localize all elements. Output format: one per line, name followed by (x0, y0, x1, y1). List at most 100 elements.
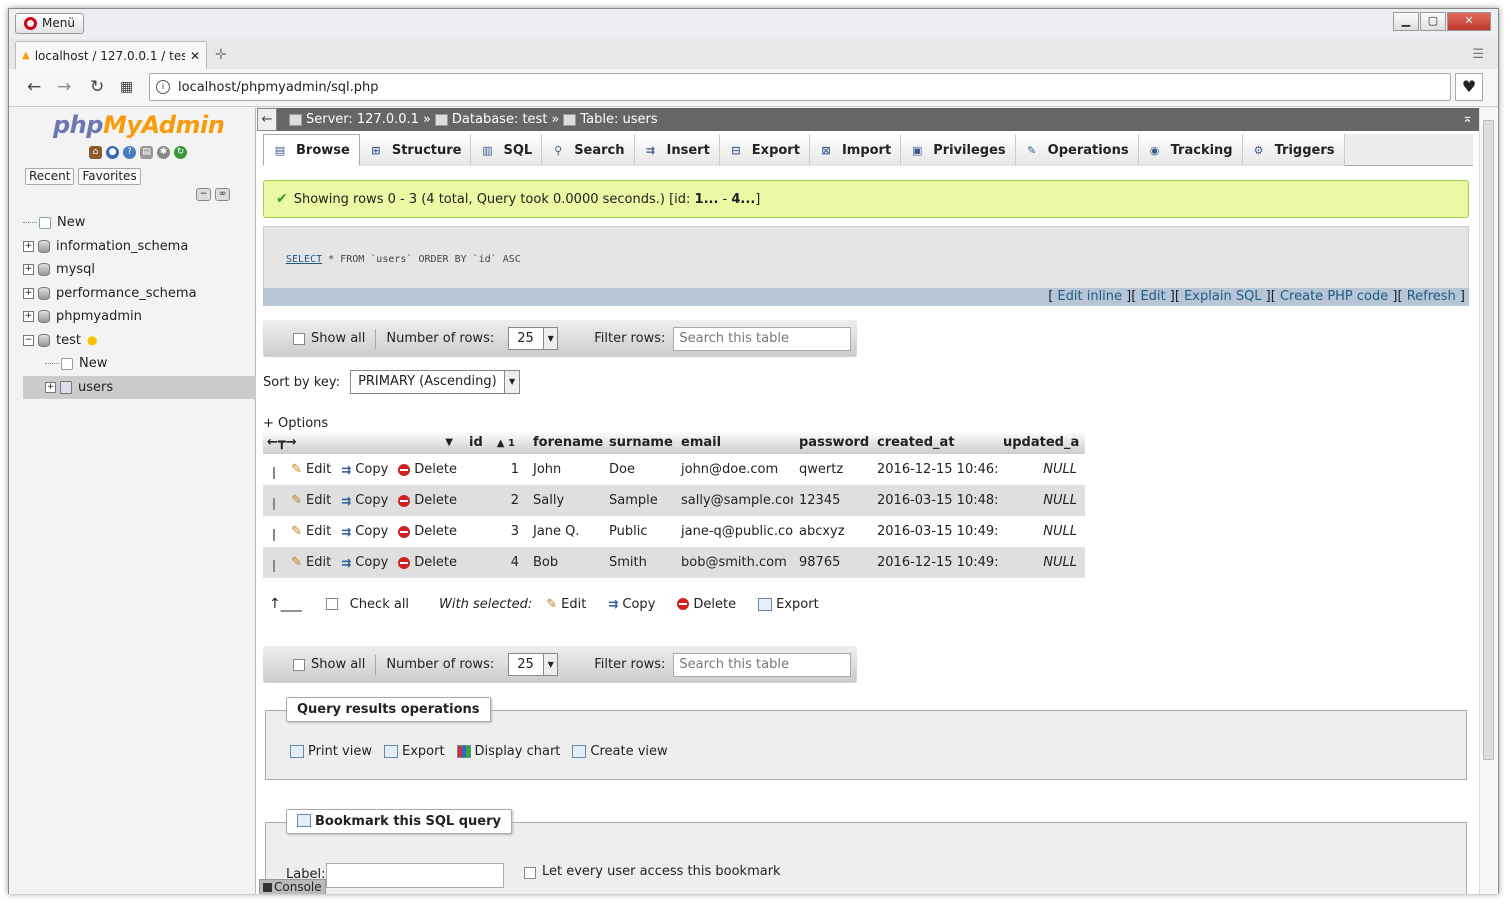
row-checkbox[interactable] (273, 528, 276, 541)
show-all-checkbox[interactable] (293, 332, 305, 345)
cell-created_at[interactable]: 2016-12-15 10:49:57 (871, 555, 997, 570)
table-row[interactable]: ✎ Edit ⇉ Copy Delete 2 Sally Sample sally@sample… (263, 485, 1085, 516)
row-copy-button[interactable]: ⇉ Copy (341, 555, 388, 570)
cell-password[interactable]: 98765 (793, 555, 871, 570)
column-header-password[interactable]: password (793, 435, 871, 450)
row-copy-button[interactable]: ⇉ Copy (341, 493, 388, 508)
bulk-copy-button[interactable]: ⇉ Copy (608, 597, 655, 612)
column-header-updated_at[interactable]: updated_at (997, 435, 1079, 450)
favorites-button[interactable]: Favorites (78, 168, 141, 185)
row-delete-button[interactable]: Delete (398, 462, 457, 477)
tree-item[interactable]: + mysql (23, 258, 256, 282)
expand-icon[interactable]: + (23, 311, 34, 323)
cell-created_at[interactable]: 2016-03-15 10:48:38 (871, 493, 997, 508)
cell-forename[interactable]: Sally (527, 493, 603, 508)
breadcrumb-server[interactable]: Server: 127.0.0.1 (306, 112, 419, 127)
collapse-top-icon[interactable]: ⌅ (1462, 111, 1473, 126)
cell-forename[interactable]: John (527, 462, 603, 477)
cell-email[interactable]: bob@smith.com (675, 555, 793, 570)
link-with-main-icon[interactable]: ∞ (215, 188, 230, 201)
column-header-forename[interactable]: forename (527, 435, 603, 450)
check-all-checkbox[interactable] (325, 598, 338, 610)
cell-id[interactable]: 3 (463, 524, 527, 539)
cell-id[interactable]: 1 (463, 462, 527, 477)
column-header-created_at[interactable]: created_at (871, 435, 997, 450)
cell-surname[interactable]: Public (603, 524, 675, 539)
expand-icon[interactable]: + (23, 287, 34, 299)
new-tab-icon[interactable]: ✛ (215, 47, 227, 63)
row-copy-button[interactable]: ⇉ Copy (341, 462, 388, 477)
table-row[interactable]: ✎ Edit ⇉ Copy Delete 4 Bob Smith bob@smith.com 98… (263, 547, 1085, 578)
bookmark-public-checkbox[interactable] (524, 867, 536, 879)
resize-columns-icon[interactable]: ←┳→ (267, 435, 297, 450)
row-delete-button[interactable]: Delete (398, 555, 457, 570)
bulk-edit-button[interactable]: ✎ Edit (546, 597, 586, 612)
filter-rows-input-bottom[interactable]: Search this table (673, 652, 852, 677)
row-edit-button[interactable]: ✎ Edit (291, 524, 331, 539)
cell-password[interactable]: qwertz (793, 462, 871, 477)
row-delete-button[interactable]: Delete (398, 493, 457, 508)
pma-logo[interactable]: phpMyAdmin (53, 111, 225, 139)
cell-email[interactable]: john@doe.com (675, 462, 793, 477)
sort-select[interactable]: PRIMARY (Ascending) ▼ (350, 370, 521, 394)
cell-password[interactable]: abcxyz (793, 524, 871, 539)
row-checkbox[interactable] (273, 466, 276, 479)
cell-password[interactable]: 12345 (793, 493, 871, 508)
tab-operations[interactable]: ✎ Operations (1015, 134, 1139, 166)
tab-close-icon[interactable]: ✕ (190, 49, 200, 63)
cell-updated_at[interactable]: NULL (997, 524, 1079, 539)
cell-id[interactable]: 4 (463, 555, 527, 570)
sql-link-3[interactable]: Create PHP code (1280, 289, 1388, 304)
page-scrollbar[interactable] (1479, 108, 1497, 894)
url-field[interactable]: i localhost/phpmyadmin/sql.php (149, 73, 1451, 101)
forward-icon[interactable]: → (57, 78, 71, 96)
cell-created_at[interactable]: 2016-03-15 10:49:23 (871, 524, 997, 539)
rows-select[interactable]: 25 ▼ (508, 327, 559, 350)
tab-privileges[interactable]: ▣ Privileges (901, 134, 1016, 166)
filter-rows-input[interactable]: Search this table (673, 326, 852, 351)
tab-structure[interactable]: ⊞ Structure (359, 134, 472, 166)
column-visibility-icon[interactable]: ▼ (445, 437, 453, 448)
tab-export[interactable]: ⊟ Export (719, 134, 810, 166)
speed-dial-icon[interactable]: ▦ (120, 78, 133, 96)
tree-item[interactable]: + phpmyadmin (23, 305, 256, 329)
opera-menu-button[interactable]: Menü (15, 13, 84, 34)
tree-item[interactable]: New (23, 352, 256, 376)
column-header-email[interactable]: email (675, 435, 793, 450)
reload-nav-icon[interactable]: ↻ (174, 146, 187, 159)
cell-updated_at[interactable]: NULL (997, 462, 1079, 477)
row-checkbox[interactable] (273, 559, 276, 572)
tree-item[interactable]: New (23, 211, 256, 235)
tab-triggers[interactable]: ⚙ Triggers (1242, 134, 1345, 166)
export-link[interactable]: Export (383, 744, 445, 759)
bulk-export-button[interactable]: Export (758, 597, 819, 612)
column-header-id[interactable]: id ▲ 1 (463, 435, 527, 450)
bulk-delete-button[interactable]: Delete (677, 597, 736, 612)
column-header-surname[interactable]: surname (603, 435, 675, 450)
cell-surname[interactable]: Sample (603, 493, 675, 508)
tree-item[interactable]: + information_schema (23, 235, 256, 259)
help-icon[interactable]: ? (123, 146, 136, 159)
create-view-link[interactable]: Create view (572, 744, 668, 759)
row-edit-button[interactable]: ✎ Edit (291, 555, 331, 570)
settings-icon[interactable]: ✱ (157, 146, 170, 159)
options-toggle[interactable]: + Options (263, 416, 328, 431)
row-edit-button[interactable]: ✎ Edit (291, 462, 331, 477)
cell-email[interactable]: jane-q@public.com (675, 524, 793, 539)
tab-insert[interactable]: ⇉ Insert (634, 134, 720, 166)
row-checkbox[interactable] (273, 497, 276, 510)
show-all-checkbox-bottom[interactable] (293, 658, 305, 671)
maximize-button[interactable]: ▢ (1420, 12, 1446, 31)
tab-search[interactable]: ⚲ Search (542, 134, 635, 166)
cell-id[interactable]: 2 (463, 493, 527, 508)
site-info-icon[interactable]: i (156, 80, 170, 94)
tab-browse[interactable]: ▤ Browse (263, 134, 360, 166)
browser-tab[interactable]: ▲ localhost / 127.0.0.1 / test ✕ (15, 41, 207, 69)
docs-icon[interactable]: ▤ (140, 146, 153, 159)
display-chart-link[interactable]: Display chart (456, 744, 560, 759)
sql-link-4[interactable]: Refresh (1407, 289, 1456, 304)
breadcrumb-table[interactable]: Table: users (580, 112, 657, 127)
rows-select-bottom[interactable]: 25 ▼ (508, 653, 559, 676)
sql-link-0[interactable]: Edit inline (1057, 289, 1122, 304)
reload-icon[interactable]: ↻ (90, 78, 104, 96)
